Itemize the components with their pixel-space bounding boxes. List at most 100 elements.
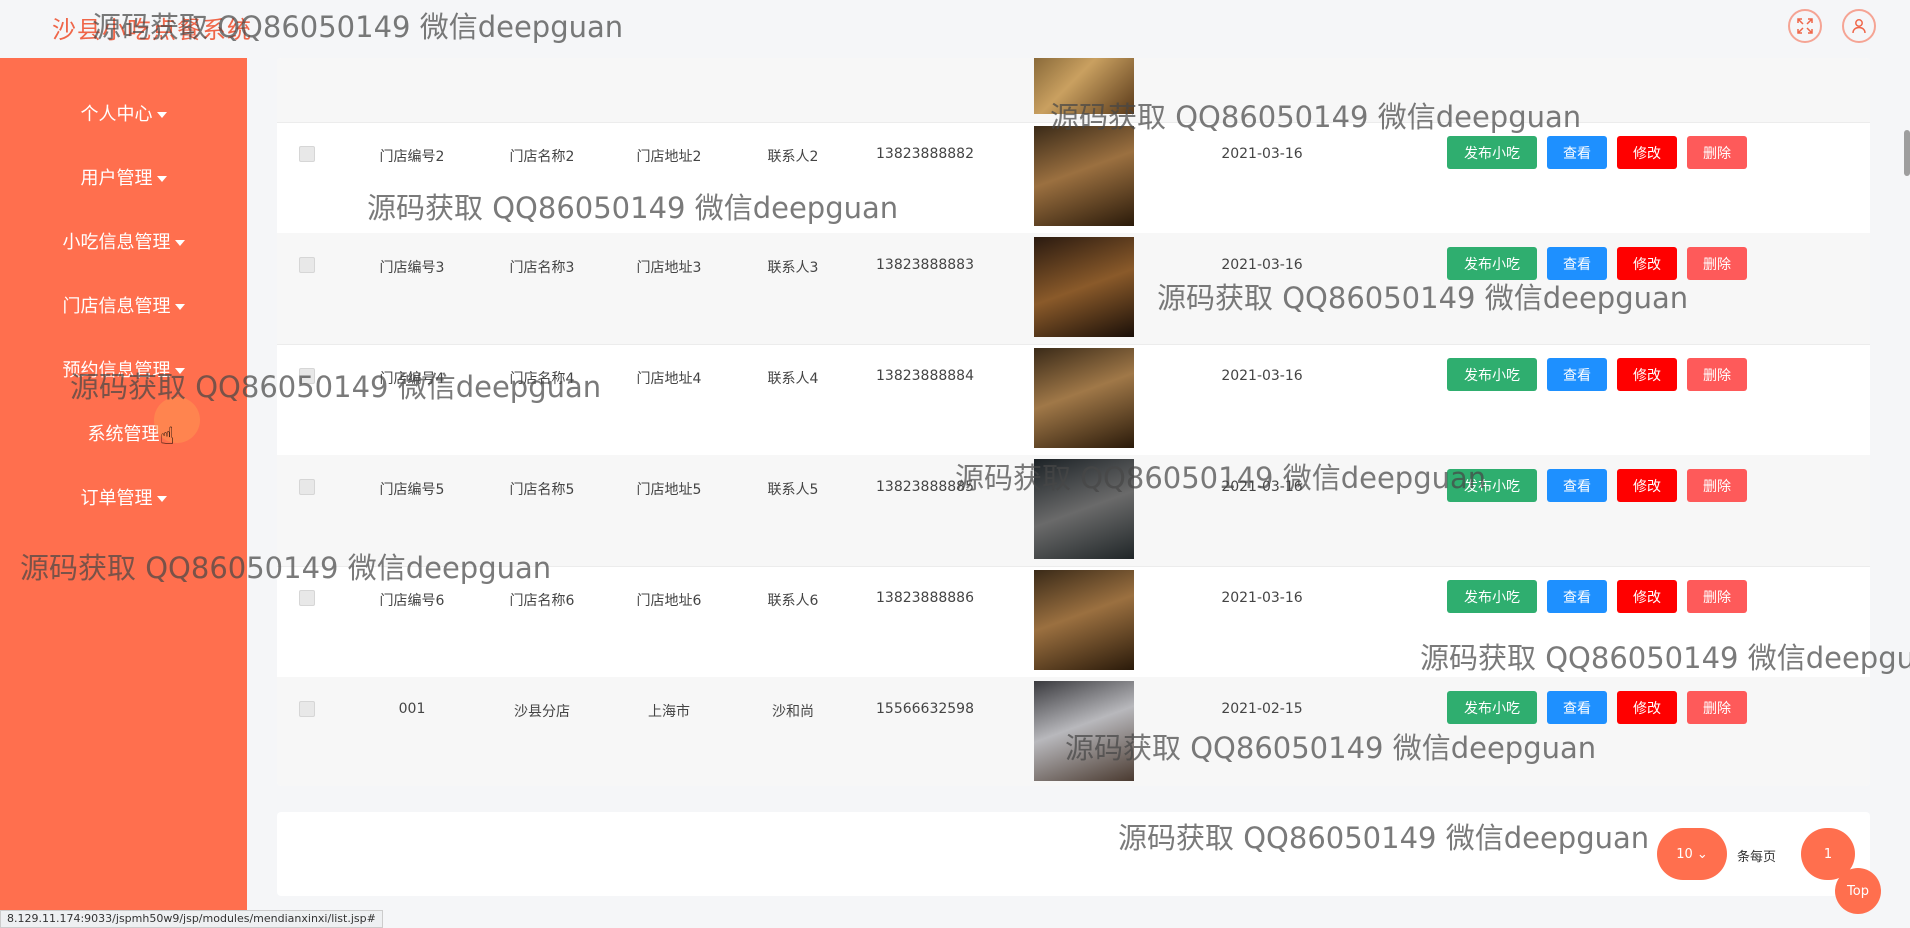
edit-button[interactable]: 修改: [1617, 358, 1677, 391]
publish-snack-button[interactable]: 发布小吃: [1447, 136, 1537, 169]
store-code: 门店编号3: [379, 260, 445, 276]
store-image: [1034, 681, 1134, 781]
view-button[interactable]: 查看: [1547, 136, 1607, 169]
view-button[interactable]: 查看: [1547, 358, 1607, 391]
chevron-down-icon: [156, 112, 167, 118]
edit-button[interactable]: 修改: [1617, 247, 1677, 280]
per-page-label: 条每页: [1737, 850, 1777, 865]
store-name: 门店名称4: [509, 371, 575, 387]
delete-button[interactable]: 删除: [1687, 358, 1747, 391]
chevron-down-icon: [156, 496, 167, 502]
sidebar-item-label: 门店信息管理: [62, 296, 171, 317]
store-phone: 15566632598: [876, 701, 974, 717]
store-contact: 联系人2: [767, 149, 819, 165]
sidebar-item-snack-info[interactable]: 小吃信息管理: [0, 228, 247, 254]
sidebar-item-user-management[interactable]: 用户管理: [0, 164, 247, 190]
page-size-value: 10: [1676, 846, 1693, 862]
publish-snack-button[interactable]: 发布小吃: [1447, 247, 1537, 280]
store-address: 门店地址5: [636, 482, 702, 498]
row-checkbox[interactable]: [299, 257, 315, 273]
row-checkbox[interactable]: [299, 146, 315, 162]
sidebar-item-store-info[interactable]: 门店信息管理: [0, 292, 247, 318]
store-name: 门店名称5: [509, 482, 575, 498]
store-name: 门店名称6: [509, 593, 575, 609]
view-button[interactable]: 查看: [1547, 580, 1607, 613]
store-address: 门店地址6: [636, 593, 702, 609]
store-name: 门店名称2: [509, 149, 575, 165]
store-image: [1034, 58, 1134, 114]
sidebar-item-personal-center[interactable]: 个人中心: [0, 100, 247, 126]
table-row: 门店编号5 门店名称5 门店地址5 联系人5 13823888885 2021-…: [277, 455, 1870, 567]
store-date: 2021-03-16: [1221, 368, 1303, 384]
sidebar-item-order-management[interactable]: 订单管理: [0, 484, 247, 510]
store-contact: 沙和尚: [772, 704, 814, 720]
store-date: 2021-03-16: [1221, 146, 1303, 162]
chevron-down-icon: ⌄: [1696, 846, 1708, 862]
app-title: 沙县小吃点餐系统: [52, 16, 252, 44]
store-contact: 联系人3: [767, 260, 819, 276]
page-size-select[interactable]: 10 ⌄: [1657, 828, 1727, 880]
publish-snack-button[interactable]: 发布小吃: [1447, 580, 1537, 613]
store-code: 门店编号6: [379, 593, 445, 609]
store-phone: 13823888883: [876, 257, 974, 273]
store-image: [1034, 348, 1134, 448]
store-name: 沙县分店: [514, 704, 570, 720]
hand-cursor-icon: ☝: [160, 422, 175, 450]
store-code: 001: [398, 701, 426, 717]
table-row: [277, 58, 1870, 123]
publish-snack-button[interactable]: 发布小吃: [1447, 469, 1537, 502]
back-to-top-button[interactable]: Top: [1835, 868, 1881, 914]
sidebar-item-reservation-info[interactable]: 预约信息管理: [0, 356, 247, 382]
delete-button[interactable]: 删除: [1687, 469, 1747, 502]
store-phone: 13823888884: [876, 368, 974, 384]
delete-button[interactable]: 删除: [1687, 580, 1747, 613]
edit-button[interactable]: 修改: [1617, 691, 1677, 724]
view-button[interactable]: 查看: [1547, 247, 1607, 280]
edit-button[interactable]: 修改: [1617, 469, 1677, 502]
store-code: 门店编号4: [379, 371, 445, 387]
chevron-down-icon: [174, 240, 185, 246]
table-row: 门店编号4 门店名称4 门店地址4 联系人4 13823888884 2021-…: [277, 344, 1870, 456]
store-contact: 联系人4: [767, 371, 819, 387]
store-address: 门店地址4: [636, 371, 702, 387]
delete-button[interactable]: 删除: [1687, 136, 1747, 169]
publish-snack-button[interactable]: 发布小吃: [1447, 691, 1537, 724]
row-checkbox[interactable]: [299, 590, 315, 606]
store-phone: 13823888886: [876, 590, 974, 606]
top-bar: 沙县小吃点餐系统: [0, 0, 1910, 58]
row-checkbox[interactable]: [299, 701, 315, 717]
store-date: 2021-02-15: [1221, 701, 1303, 717]
store-table: 门店编号2 门店名称2 门店地址2 联系人2 13823888882 2021-…: [277, 58, 1870, 786]
user-icon[interactable]: [1842, 9, 1876, 43]
store-code: 门店编号2: [379, 149, 445, 165]
store-phone: 13823888885: [876, 479, 974, 495]
chevron-down-icon: [174, 304, 185, 310]
sidebar-item-label: 用户管理: [80, 168, 153, 189]
view-button[interactable]: 查看: [1547, 691, 1607, 724]
edit-button[interactable]: 修改: [1617, 580, 1677, 613]
row-checkbox[interactable]: [299, 479, 315, 495]
fullscreen-icon[interactable]: [1788, 9, 1822, 43]
sidebar-item-label: 预约信息管理: [62, 360, 171, 381]
table-row: 门店编号6 门店名称6 门店地址6 联系人6 13823888886 2021-…: [277, 566, 1870, 678]
store-date: 2021-03-16: [1221, 479, 1303, 495]
publish-snack-button[interactable]: 发布小吃: [1447, 358, 1537, 391]
view-button[interactable]: 查看: [1547, 469, 1607, 502]
delete-button[interactable]: 删除: [1687, 247, 1747, 280]
delete-button[interactable]: 删除: [1687, 691, 1747, 724]
store-date: 2021-03-16: [1221, 590, 1303, 606]
row-checkbox[interactable]: [299, 368, 315, 384]
store-image: [1034, 570, 1134, 670]
scrollbar[interactable]: [1904, 130, 1910, 176]
store-image: [1034, 237, 1134, 337]
table-row: 门店编号3 门店名称3 门店地址3 联系人3 13823888883 2021-…: [277, 233, 1870, 345]
store-address: 上海市: [648, 704, 690, 720]
store-image: [1034, 459, 1134, 559]
status-url: 8.129.11.174:9033/jspmh50w9/jsp/modules/…: [0, 910, 383, 928]
table-row: 门店编号2 门店名称2 门店地址2 联系人2 13823888882 2021-…: [277, 122, 1870, 234]
store-name: 门店名称3: [509, 260, 575, 276]
edit-button[interactable]: 修改: [1617, 136, 1677, 169]
sidebar-item-system-management[interactable]: 系统管理: [0, 420, 247, 446]
store-address: 门店地址2: [636, 149, 702, 165]
pagination: 10 ⌄ 条每页 1: [277, 812, 1870, 896]
